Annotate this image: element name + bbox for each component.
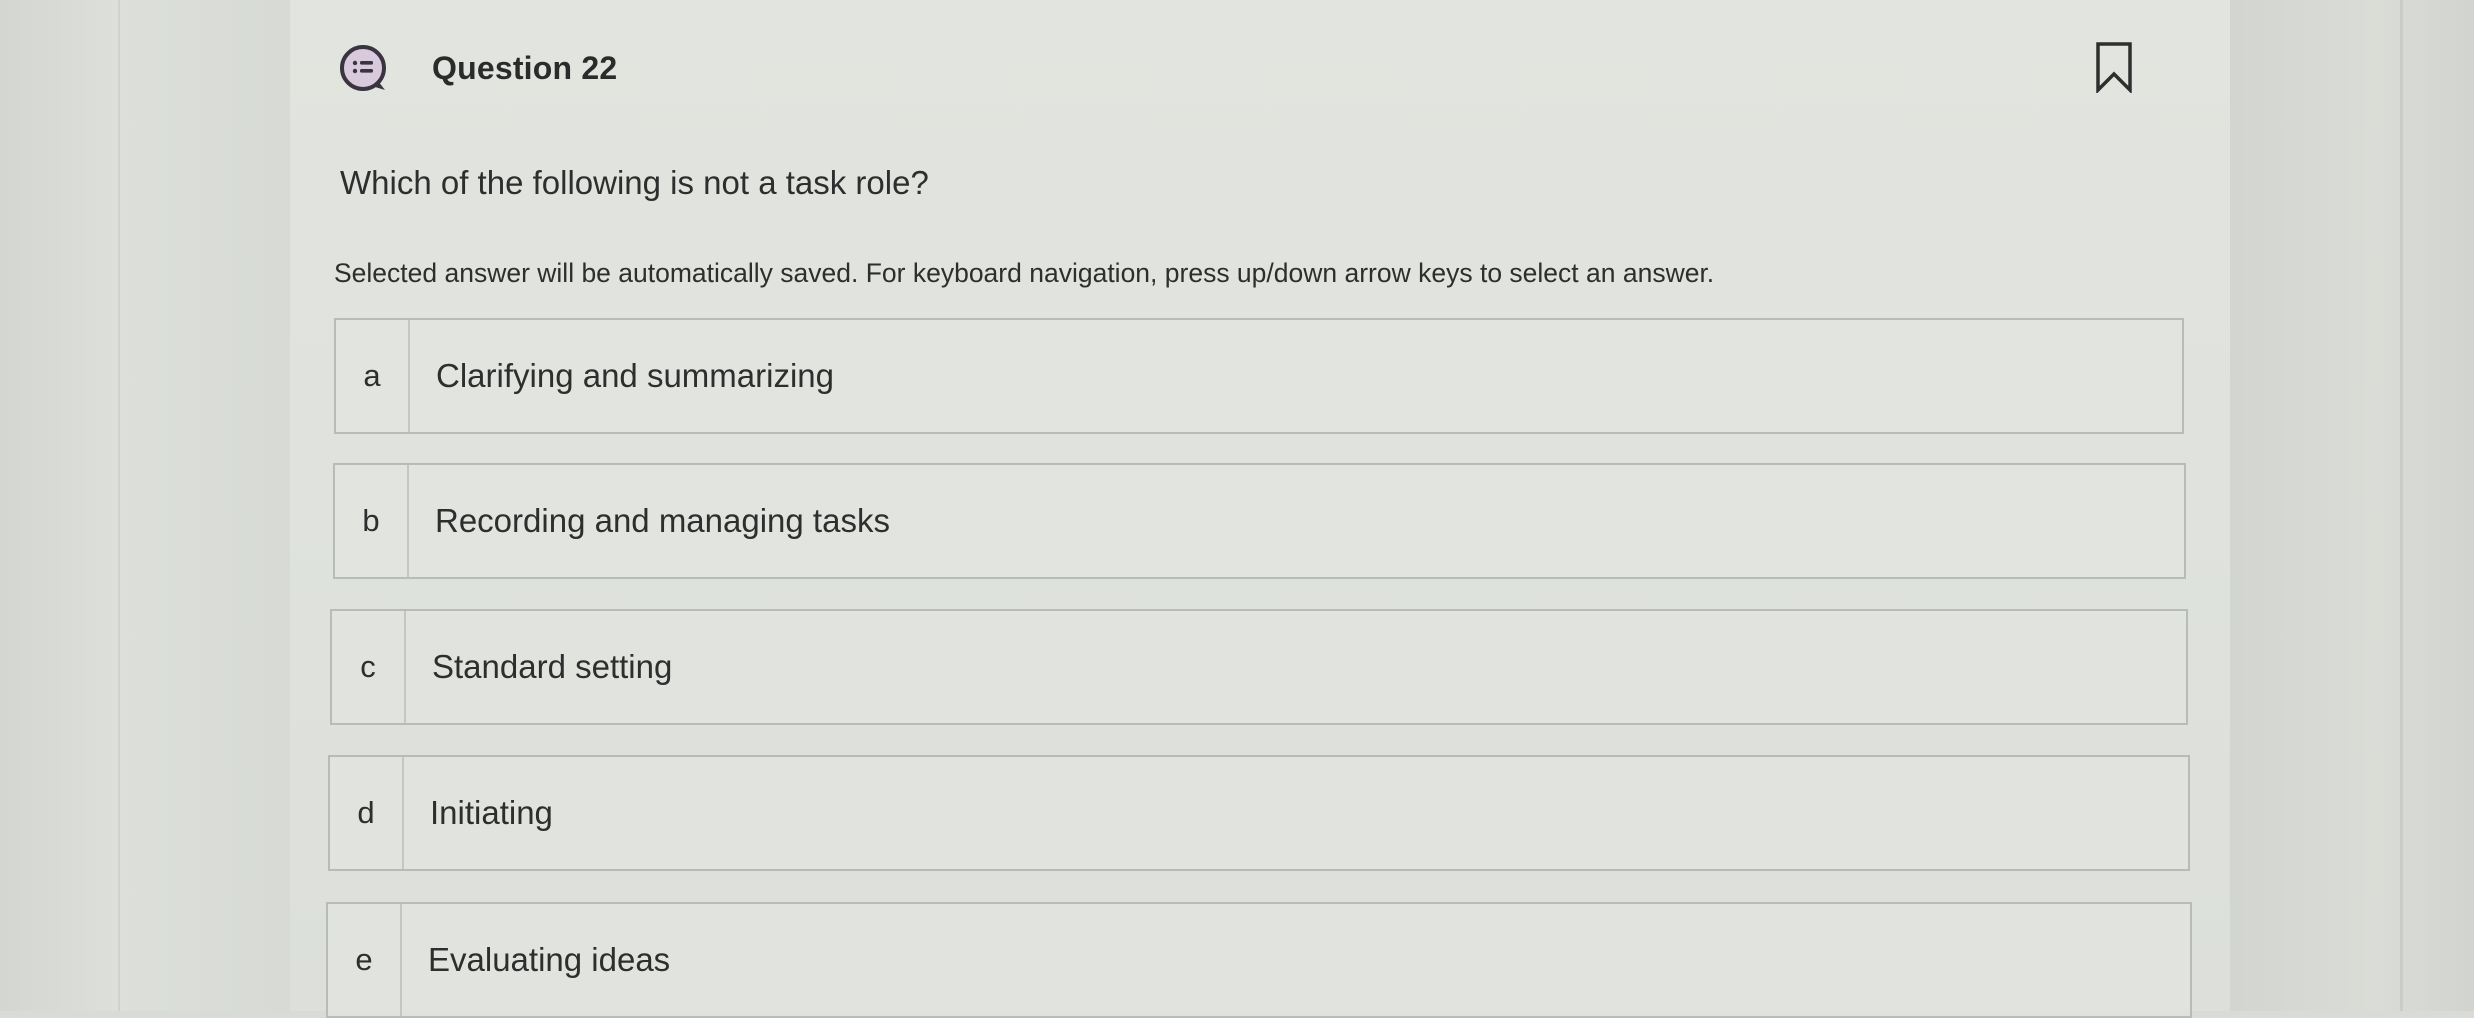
answer-text: Evaluating ideas	[428, 941, 671, 978]
answer-text: Standard setting	[432, 648, 673, 685]
answer-letter: b	[335, 465, 409, 577]
answer-letter: a	[336, 320, 410, 432]
answer-text: Recording and managing tasks	[435, 502, 890, 539]
answer-text: Initiating	[430, 794, 553, 831]
answer-option-a[interactable]: a Clarifying and summarizing	[334, 318, 2184, 434]
answer-option-b[interactable]: b Recording and managing tasks	[333, 463, 2186, 579]
answer-letter: d	[330, 757, 404, 869]
answer-option-e[interactable]: e Evaluating ideas	[326, 902, 2192, 1018]
answer-letter: e	[328, 904, 402, 1016]
answer-text: Clarifying and summarizing	[436, 357, 834, 394]
answer-option-c[interactable]: c Standard setting	[330, 609, 2188, 725]
answer-option-d[interactable]: d Initiating	[328, 755, 2190, 871]
answer-letter: c	[332, 611, 406, 723]
answer-list: a Clarifying and summarizing b Recording…	[0, 0, 2474, 1018]
